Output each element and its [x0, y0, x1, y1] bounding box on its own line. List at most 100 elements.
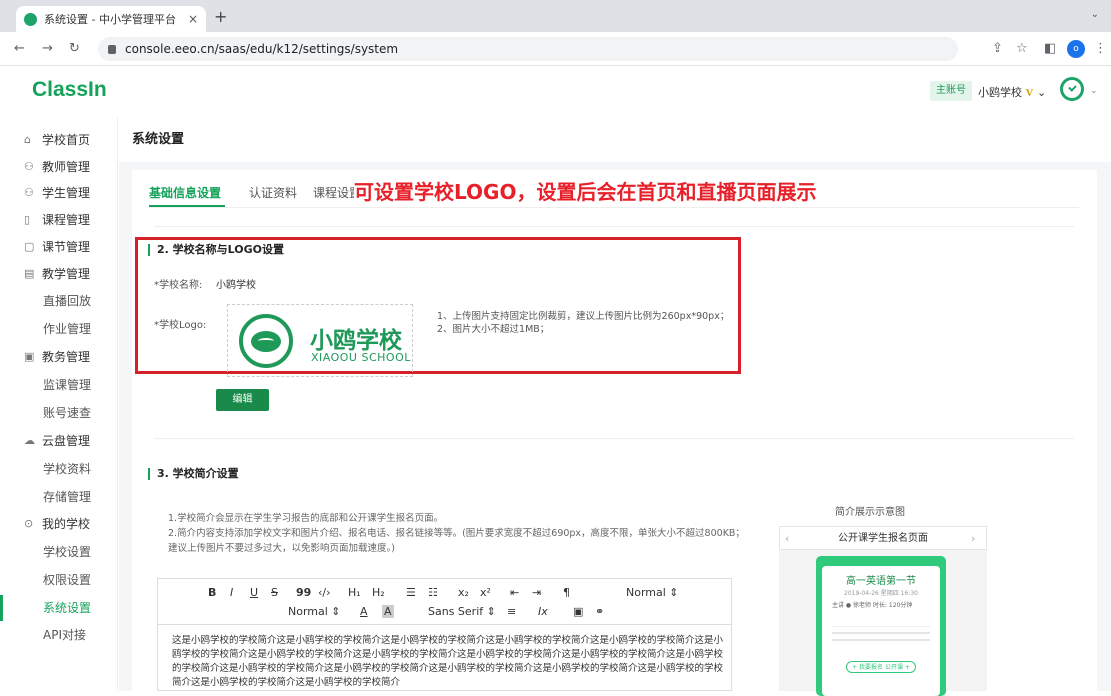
- sidebar-item-my-school[interactable]: ⊙ 我的学校: [0, 511, 118, 537]
- sidepanel-icon[interactable]: ◧: [1044, 41, 1056, 56]
- bullet-list-button[interactable]: ☷: [428, 586, 438, 599]
- ordered-list-button[interactable]: ☰: [406, 586, 416, 599]
- sidebar-item-storage[interactable]: 存储管理: [0, 484, 118, 510]
- size-select[interactable]: Normal ⇕: [626, 586, 679, 599]
- back-arrow-icon[interactable]: ←: [14, 41, 25, 56]
- chevron-right-icon[interactable]: ›: [971, 532, 975, 545]
- new-tab-button[interactable]: +: [214, 7, 227, 26]
- chevron-left-icon[interactable]: ‹: [785, 532, 789, 545]
- annotation-callout: 可设置学校LOGO，设置后会在首页和直播页面展示: [354, 176, 817, 205]
- course-icon: ▯: [24, 213, 31, 226]
- sidebar-item-home[interactable]: ⌂ 学校首页: [0, 127, 118, 153]
- text-color-button[interactable]: A: [360, 605, 368, 618]
- superscript-button[interactable]: x²: [480, 586, 491, 599]
- sidebar-item-monitor[interactable]: 监课管理: [0, 372, 118, 398]
- preview-header: 公开课学生报名页面: [779, 526, 987, 550]
- sidebar-item-label: 课程管理: [42, 213, 91, 227]
- sidebar-item-school-settings[interactable]: 学校设置: [0, 539, 118, 565]
- reload-icon[interactable]: ↻: [69, 41, 80, 56]
- sidebar-item-replay[interactable]: 直播回放: [0, 288, 118, 314]
- phone-screen: 高一英语第一节 2019-04-26 星期四 16:30 主讲 ● 徐老师 时长…: [822, 566, 940, 696]
- subscript-button[interactable]: x₂: [458, 586, 469, 599]
- code-button[interactable]: ‹/›: [318, 586, 331, 599]
- logo-tips: 1、上传图片支持固定比例裁剪，建议上传图片比例为260px*90px； 2、图片…: [437, 310, 729, 336]
- sidebar-item-system-settings[interactable]: 系统设置: [0, 595, 118, 621]
- rtl-button[interactable]: ¶: [563, 586, 570, 599]
- user-icon: ⚇: [24, 160, 34, 173]
- sidebar-item-label: 系统设置: [43, 601, 92, 615]
- bold-button[interactable]: B: [208, 586, 216, 599]
- sidebar-item-cloud[interactable]: ☁ 云盘管理: [0, 428, 118, 454]
- browser-tab[interactable]: 系统设置 - 中小学管理平台 ×: [16, 6, 206, 32]
- preview-course-title: 高一英语第一节: [846, 576, 916, 587]
- underline-button[interactable]: U: [250, 586, 258, 599]
- sidebar-item-permissions[interactable]: 权限设置: [0, 567, 118, 593]
- school-icon: ⊙: [24, 517, 34, 530]
- font-select[interactable]: Sans Serif ⇕: [428, 605, 496, 618]
- share-icon[interactable]: ⇪: [992, 41, 1003, 56]
- menu-dots-icon[interactable]: ⋮: [1094, 41, 1107, 56]
- clear-format-button[interactable]: Ix: [538, 605, 548, 618]
- close-icon[interactable]: ×: [188, 12, 198, 26]
- user-avatar[interactable]: [1060, 77, 1084, 101]
- seagull-emblem-icon: [239, 314, 293, 368]
- sidebar-item-lessons[interactable]: ▢ 课节管理: [0, 234, 118, 260]
- sidebar-item-label: 存储管理: [43, 490, 92, 504]
- lock-icon: [108, 44, 116, 54]
- link-button[interactable]: ⚭: [595, 605, 604, 618]
- page-title: 系统设置: [119, 118, 1111, 162]
- sidebar-item-teaching[interactable]: ▤ 教学管理: [0, 261, 118, 287]
- h1-button[interactable]: H₁: [348, 586, 361, 599]
- strike-button[interactable]: S: [271, 586, 278, 599]
- sidebar-item-label: 作业管理: [43, 322, 92, 336]
- sidebar-item-label: 学校设置: [43, 545, 92, 559]
- sidebar-item-students[interactable]: ⚇ 学生管理: [0, 180, 118, 206]
- sidebar-item-school-files[interactable]: 学校资料: [0, 456, 118, 482]
- header-select[interactable]: Normal ⇕: [288, 605, 341, 618]
- star-icon[interactable]: ☆: [1016, 41, 1028, 56]
- sidebar-item-academic[interactable]: ▣ 教务管理: [0, 344, 118, 370]
- sidebar-item-api[interactable]: API对接: [0, 622, 118, 648]
- sidebar-item-homework[interactable]: 作业管理: [0, 316, 118, 342]
- preview-info-row: 主讲 ● 徐老师 时长: 120分钟: [832, 602, 913, 609]
- indent-button[interactable]: ⇥: [532, 586, 541, 599]
- sidebar-item-teachers[interactable]: ⚇ 教师管理: [0, 154, 118, 180]
- outdent-button[interactable]: ⇤: [510, 586, 519, 599]
- home-icon: ⌂: [24, 133, 31, 146]
- sidebar-item-label: API对接: [43, 628, 86, 642]
- forward-arrow-icon[interactable]: →: [42, 41, 53, 56]
- tab-certification[interactable]: 认证资料: [249, 184, 297, 201]
- sidebar-item-label: 学校首页: [42, 133, 91, 147]
- cloud-icon: ☁: [24, 434, 35, 447]
- tab-basic-info[interactable]: 基础信息设置: [149, 184, 221, 201]
- image-button[interactable]: ▣: [573, 605, 583, 618]
- align-button[interactable]: ≡: [507, 605, 516, 618]
- sidebar-item-account-lookup[interactable]: 账号速查: [0, 400, 118, 426]
- sidebar-item-courses[interactable]: ▯ 课程管理: [0, 207, 118, 233]
- logo-english-text: XIAOOU SCHOOL: [311, 351, 411, 364]
- profile-avatar[interactable]: o: [1067, 40, 1085, 58]
- url-field[interactable]: console.eeo.cn/saas/edu/k12/settings/sys…: [98, 37, 958, 61]
- sidebar-item-label: 监课管理: [43, 378, 92, 392]
- section-heading-intro: 3. 学校简介设置: [148, 468, 239, 480]
- background-color-button[interactable]: A: [382, 605, 394, 618]
- logo-tip: 1、上传图片支持固定比例裁剪，建议上传图片比例为260px*90px；: [437, 311, 730, 322]
- quote-button[interactable]: 99: [296, 586, 311, 599]
- rich-text-editor[interactable]: B I U S 99 ‹/› H₁ H₂ ☰ ☷ x₂ x² ⇤ ⇥ ¶ Nor…: [157, 578, 732, 691]
- account-badge: 主账号: [930, 81, 972, 101]
- chevron-down-icon[interactable]: ⌄: [1090, 86, 1098, 96]
- sidebar-item-label: 直播回放: [43, 294, 92, 308]
- sidebar-item-label: 学校资料: [43, 462, 92, 476]
- logo-upload-area[interactable]: 小鸥学校 XIAOOU SCHOOL: [227, 304, 413, 377]
- intro-notes: 1.学校简介会显示在学生学习报告的底部和公开课学生报名页面。 2.简介内容支持添…: [168, 511, 748, 556]
- editor-content[interactable]: 这是小鸥学校的学校简介这是小鸥学校的学校简介这是小鸥学校的学校简介这是小鸥学校的…: [172, 634, 727, 692]
- classin-logo[interactable]: ClassIn: [32, 78, 107, 102]
- logo-tip: 2、图片大小不超过1MB；: [437, 324, 550, 335]
- edit-button[interactable]: 编辑: [216, 389, 269, 411]
- italic-button[interactable]: I: [230, 586, 233, 599]
- chevron-down-icon[interactable]: ⌄: [1091, 9, 1099, 20]
- h2-button[interactable]: H₂: [372, 586, 385, 599]
- school-switcher[interactable]: 小鸥学校 V ⌄: [978, 84, 1046, 100]
- intro-note: 2.简介内容支持添加学校文字和图片介绍、报名电话、报名链接等等。(图片要求宽度不…: [168, 528, 745, 554]
- sidebar-item-label: 学生管理: [42, 186, 91, 200]
